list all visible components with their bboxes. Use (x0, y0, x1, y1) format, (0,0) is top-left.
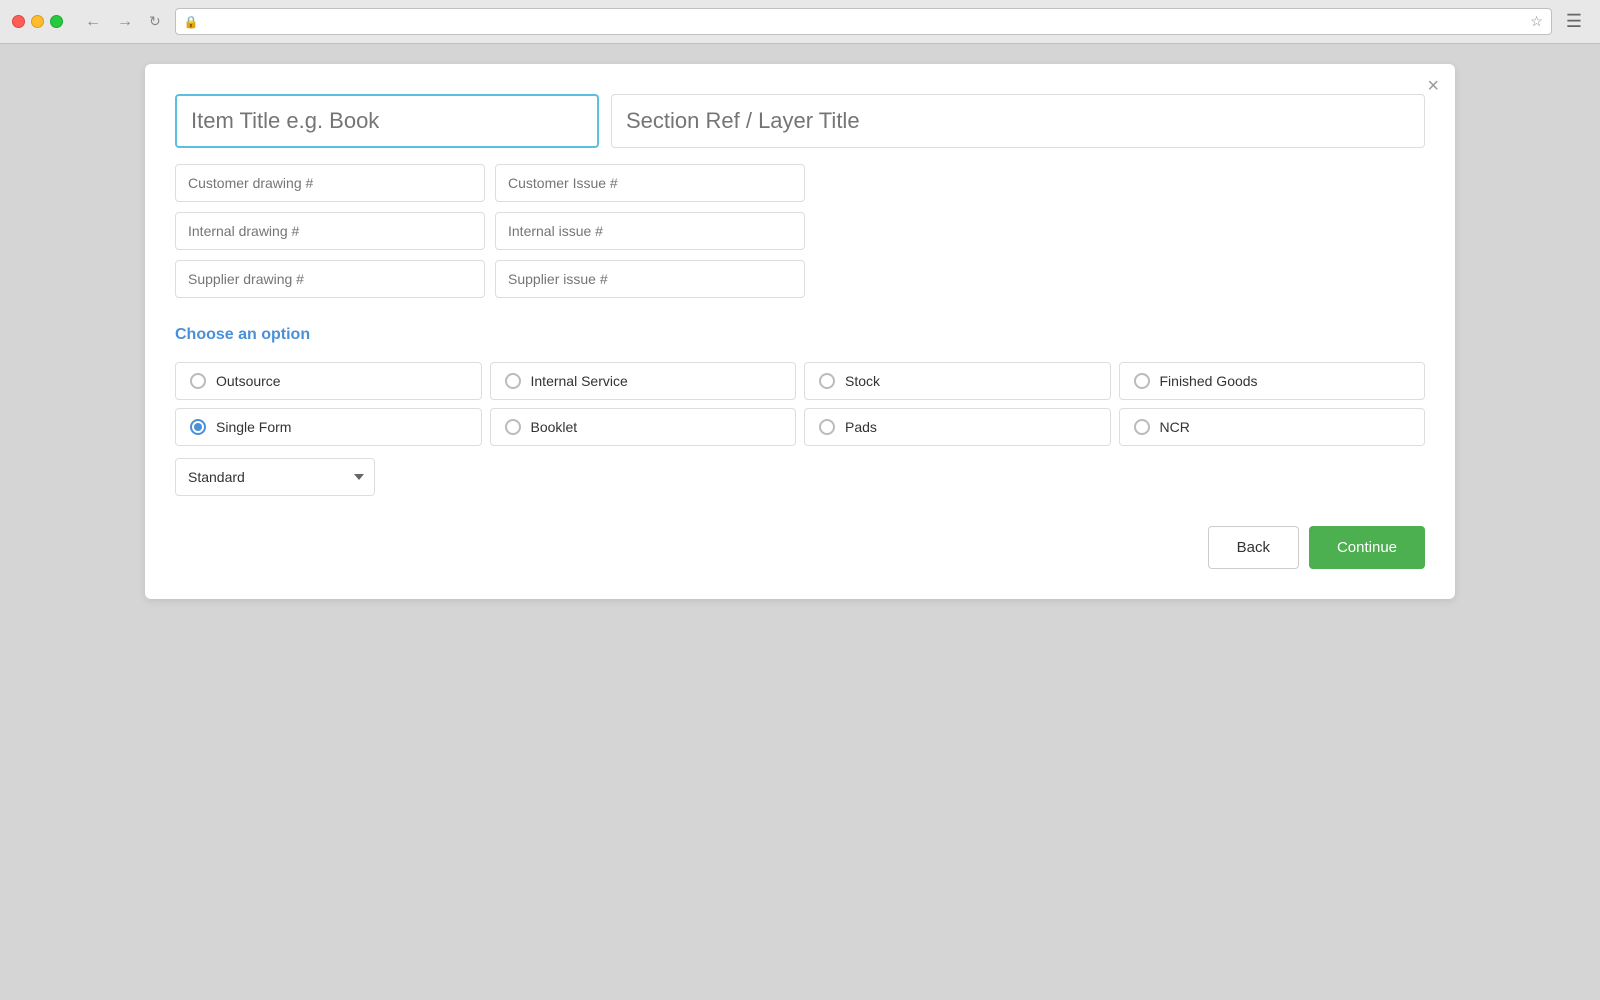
option-internal-service-radio[interactable] (505, 373, 521, 389)
option-stock-radio[interactable] (819, 373, 835, 389)
item-title-input[interactable] (175, 94, 599, 148)
supplier-drawing-input[interactable] (175, 260, 485, 298)
internal-drawing-input[interactable] (175, 212, 485, 250)
reload-button[interactable]: ↻ (143, 11, 167, 33)
address-bar-input[interactable] (205, 14, 1525, 29)
option-booklet-label: Booklet (531, 419, 578, 435)
minimize-traffic-light[interactable] (31, 15, 44, 28)
modal-card: × Choose an option Outsource (145, 64, 1455, 599)
option-finished-goods-radio[interactable] (1134, 373, 1150, 389)
option-booklet-radio[interactable] (505, 419, 521, 435)
menu-icon[interactable]: ☰ (1560, 9, 1588, 34)
section-ref-input[interactable] (611, 94, 1425, 148)
close-traffic-light[interactable] (12, 15, 25, 28)
maximize-traffic-light[interactable] (50, 15, 63, 28)
option-outsource-radio[interactable] (190, 373, 206, 389)
option-pads-radio[interactable] (819, 419, 835, 435)
address-bar-container: 🔒 ☆ (175, 8, 1552, 35)
option-ncr[interactable]: NCR (1119, 408, 1426, 446)
options-grid: Outsource Internal Service Stock Finishe… (175, 362, 1425, 446)
option-stock[interactable]: Stock (804, 362, 1111, 400)
internal-issue-input[interactable] (495, 212, 805, 250)
dropdown-row: Standard Custom Premium (175, 458, 1425, 496)
title-row (175, 94, 1425, 148)
action-buttons: Back Continue (175, 526, 1425, 569)
back-button[interactable]: Back (1208, 526, 1299, 569)
forward-nav-button[interactable]: → (111, 11, 139, 33)
back-nav-button[interactable]: ← (79, 11, 107, 33)
page-content: × Choose an option Outsource (0, 44, 1600, 964)
option-outsource-label: Outsource (216, 373, 281, 389)
customer-drawing-input[interactable] (175, 164, 485, 202)
option-single-form[interactable]: Single Form (175, 408, 482, 446)
nav-buttons: ← → ↻ (79, 11, 167, 33)
drawing-fields-grid (175, 164, 805, 298)
choose-option-label: Choose an option (175, 326, 1425, 344)
option-pads[interactable]: Pads (804, 408, 1111, 446)
lock-icon: 🔒 (184, 15, 199, 29)
option-booklet[interactable]: Booklet (490, 408, 797, 446)
option-internal-service[interactable]: Internal Service (490, 362, 797, 400)
option-internal-service-label: Internal Service (531, 373, 628, 389)
option-single-form-label: Single Form (216, 419, 291, 435)
bookmark-icon[interactable]: ☆ (1530, 13, 1543, 30)
option-ncr-radio[interactable] (1134, 419, 1150, 435)
continue-button[interactable]: Continue (1309, 526, 1425, 569)
option-outsource[interactable]: Outsource (175, 362, 482, 400)
customer-issue-input[interactable] (495, 164, 805, 202)
option-single-form-radio[interactable] (190, 419, 206, 435)
modal-close-button[interactable]: × (1427, 76, 1439, 96)
supplier-issue-input[interactable] (495, 260, 805, 298)
traffic-lights (12, 15, 63, 28)
option-pads-label: Pads (845, 419, 877, 435)
option-ncr-label: NCR (1160, 419, 1190, 435)
option-finished-goods[interactable]: Finished Goods (1119, 362, 1426, 400)
option-finished-goods-label: Finished Goods (1160, 373, 1258, 389)
standard-dropdown[interactable]: Standard Custom Premium (175, 458, 375, 496)
option-stock-label: Stock (845, 373, 880, 389)
browser-chrome: ← → ↻ 🔒 ☆ ☰ (0, 0, 1600, 44)
